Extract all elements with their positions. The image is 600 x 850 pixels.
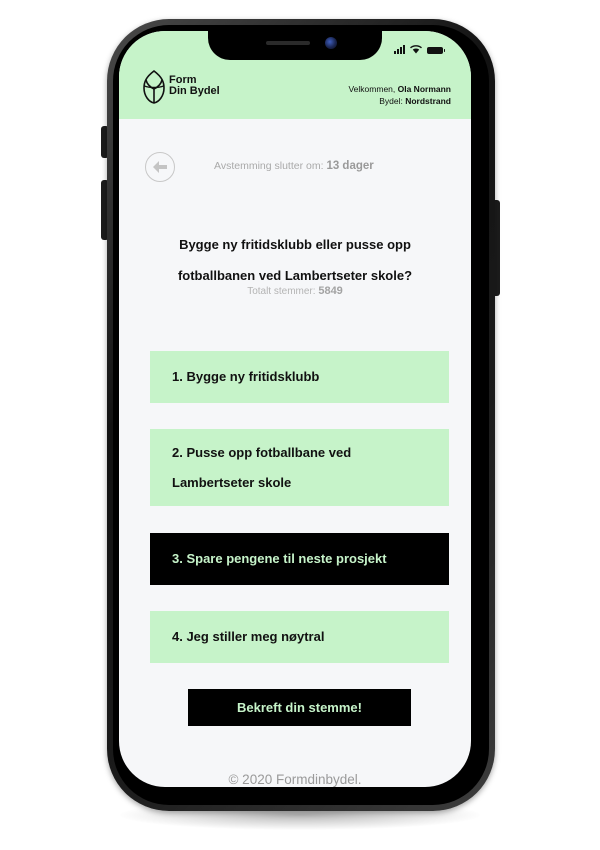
poll-question: Bygge ny fritidsklubb eller pusse opp fo… <box>177 237 413 283</box>
poll-option-label: 4. Jeg stiller meg nøytral <box>172 629 325 644</box>
deadline-label: Avstemming slutter om: <box>214 160 327 172</box>
brand-line-2: Din Bydel <box>169 85 220 97</box>
wifi-icon <box>410 45 422 54</box>
back-button[interactable] <box>145 152 175 182</box>
district-line: Bydel: Nordstrand <box>348 95 451 107</box>
user-info: Velkommen, Ola Normann Bydel: Nordstrand <box>348 83 451 107</box>
footer-copyright: © 2020 Formdinbydel. <box>228 772 362 787</box>
deadline-value: 13 dager <box>326 160 374 172</box>
welcome-line: Velkommen, Ola Normann <box>348 83 451 95</box>
signal-icon <box>394 45 405 54</box>
notch <box>208 31 382 60</box>
district-name: Nordstrand <box>405 96 451 106</box>
poll-option-3[interactable]: 3. Spare pengene til neste prosjekt <box>150 533 449 585</box>
poll-option-2[interactable]: 2. Pusse opp fotballbane ved Lambertsete… <box>150 429 449 506</box>
status-bar <box>394 45 445 54</box>
total-label: Totalt stemmer: <box>247 286 319 297</box>
poll-option-1[interactable]: 1. Bygge ny fritidsklubb <box>150 351 449 403</box>
user-name: Ola Normann <box>397 84 451 94</box>
poll-option-4[interactable]: 4. Jeg stiller meg nøytral <box>150 611 449 663</box>
confirm-vote-button[interactable]: Bekreft din stemme! <box>188 689 411 726</box>
welcome-prefix: Velkommen, <box>348 84 398 94</box>
district-prefix: Bydel: <box>379 96 406 106</box>
speaker-grille <box>266 41 310 45</box>
brand-name: Form Din Bydel <box>169 75 220 97</box>
poll-deadline: Avstemming slutter om: 13 dager <box>214 160 374 172</box>
battery-icon <box>427 47 445 54</box>
phone-frame: Form Din Bydel Velkommen, Ola Normann By… <box>107 19 495 811</box>
poll-option-label: 2. Pusse opp fotballbane ved Lambertsete… <box>172 444 352 490</box>
poll-option-label: 1. Bygge ny fritidsklubb <box>172 369 320 384</box>
total-value: 5849 <box>318 285 343 297</box>
phone-screen: Form Din Bydel Velkommen, Ola Normann By… <box>119 31 471 787</box>
total-votes: Totalt stemmer: 5849 <box>119 285 471 297</box>
logo-icon <box>143 69 165 104</box>
camera-icon <box>325 37 337 49</box>
arrow-left-icon <box>153 161 167 173</box>
poll-option-label: 3. Spare pengene til neste prosjekt <box>172 551 387 566</box>
